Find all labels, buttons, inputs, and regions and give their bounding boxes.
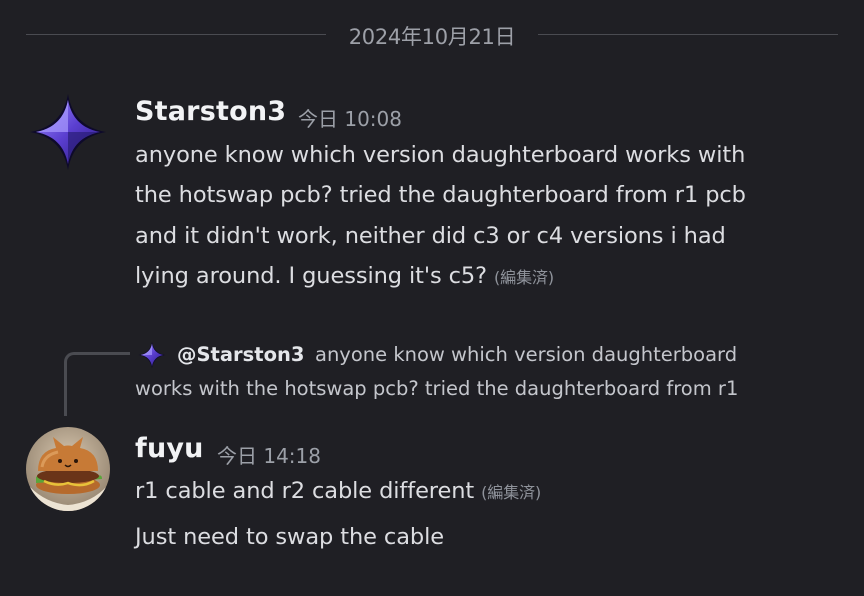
- avatar[interactable]: [26, 427, 110, 511]
- message-line: the hotswap pcb? tried the daughterboard…: [135, 182, 746, 208]
- edited-marker: (編集済): [494, 268, 555, 287]
- date-divider: 2024年10月21日: [26, 20, 838, 50]
- username[interactable]: fuyu: [135, 433, 204, 464]
- message-line: lying around. I guessing it's c5? (編集済): [135, 263, 554, 289]
- reply-preview-text[interactable]: works with the hotswap pcb? tried the da…: [135, 377, 738, 400]
- reply-avatar[interactable]: [138, 341, 166, 369]
- date-divider-label: 2024年10月21日: [348, 25, 516, 49]
- edited-marker: (編集済): [481, 483, 542, 502]
- message-line: Just need to swap the cable: [135, 524, 444, 550]
- reply-spine: [64, 352, 130, 416]
- four-point-star-icon: [138, 341, 166, 369]
- username[interactable]: Starston3: [135, 96, 286, 127]
- avatar[interactable]: [28, 92, 108, 172]
- divider-line-right: [538, 34, 838, 35]
- four-point-star-icon: [30, 94, 106, 170]
- message-line: and it didn't work, neither did c3 or c4…: [135, 223, 726, 249]
- burger-photo-avatar: [26, 427, 110, 511]
- reply-preview-text[interactable]: anyone know which version daughterboard: [315, 343, 737, 366]
- message-line: r1 cable and r2 cable different (編集済): [135, 478, 541, 504]
- message-text: lying around. I guessing it's c5?: [135, 263, 487, 289]
- divider-line-left: [26, 34, 326, 35]
- reply-mention[interactable]: @Starston3: [177, 343, 304, 366]
- timestamp[interactable]: 今日 14:18: [217, 440, 321, 469]
- message-text: r1 cable and r2 cable different: [135, 478, 475, 504]
- message-line: anyone know which version daughterboard …: [135, 142, 746, 168]
- timestamp[interactable]: 今日 10:08: [298, 103, 402, 132]
